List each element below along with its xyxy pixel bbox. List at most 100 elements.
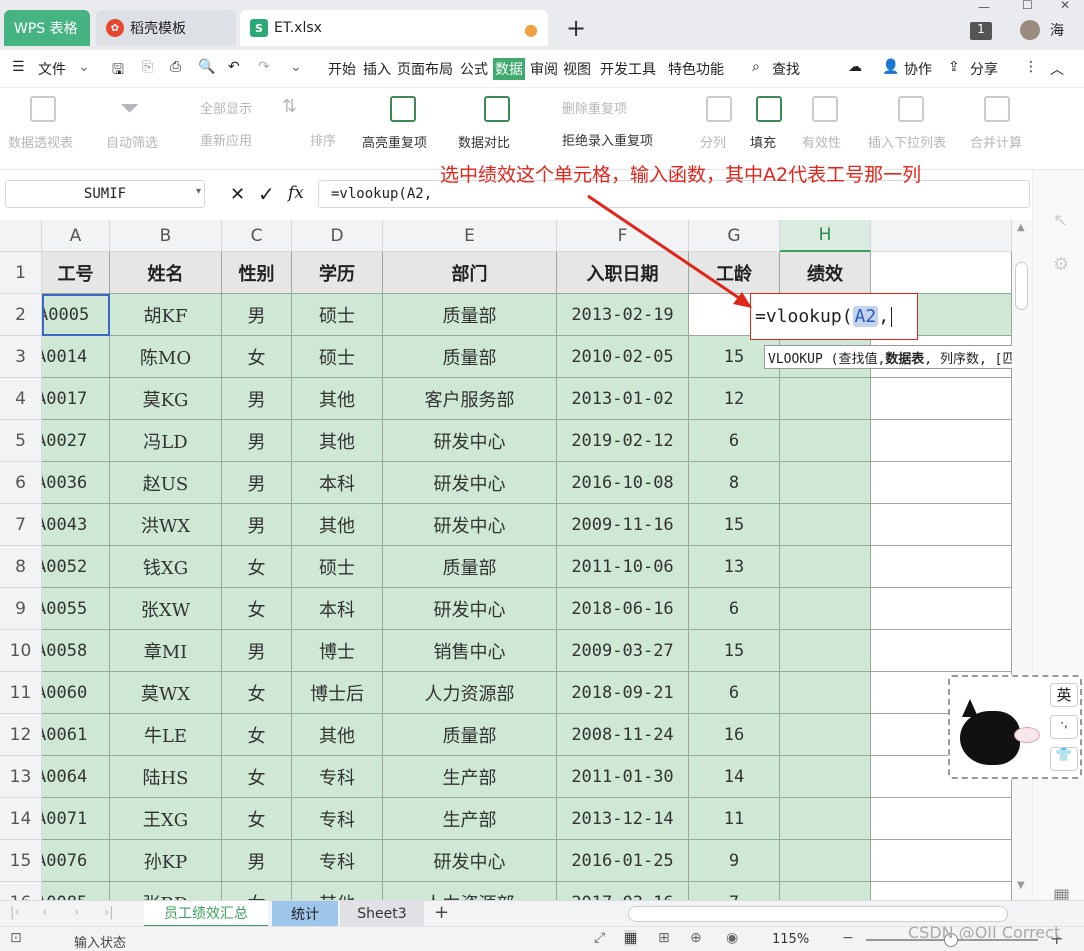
data-cell[interactable]: 其他 — [292, 420, 383, 462]
first-sheet-icon[interactable]: |‹ — [10, 905, 20, 920]
data-cell[interactable]: 15 — [689, 630, 780, 672]
data-cell[interactable]: 陆HS — [110, 756, 222, 798]
column-header-h[interactable]: H — [780, 220, 871, 252]
empty-cell[interactable] — [871, 378, 1012, 420]
data-cell[interactable]: 2019-02-12 — [557, 420, 689, 462]
data-cell[interactable]: 质量部 — [383, 294, 557, 336]
data-cell[interactable] — [780, 882, 871, 900]
data-cell[interactable]: 博士后 — [292, 672, 383, 714]
data-cell[interactable]: 女 — [222, 336, 292, 378]
page-break-view-icon[interactable]: ⊞ — [658, 930, 670, 946]
data-cell[interactable]: 14 — [689, 756, 780, 798]
ime-widget[interactable]: 英 ·, 👕 — [948, 675, 1082, 779]
row-header[interactable]: 8 — [0, 546, 42, 588]
header-cell[interactable]: 学历 — [292, 252, 383, 294]
data-cell[interactable]: 其他 — [292, 714, 383, 756]
data-cell[interactable]: A0052 — [42, 546, 110, 588]
hamburger-icon[interactable]: ☰ — [12, 59, 25, 75]
menu-features[interactable]: 特色功能 — [668, 59, 724, 79]
data-cell[interactable]: 张XW — [110, 588, 222, 630]
row-header[interactable]: 2 — [0, 294, 42, 336]
data-cell[interactable]: 陈MO — [110, 336, 222, 378]
row-header[interactable]: 11 — [0, 672, 42, 714]
last-sheet-icon[interactable]: ›| — [104, 905, 114, 920]
menu-page-layout[interactable]: 页面布局 — [397, 59, 453, 79]
data-cell[interactable] — [780, 672, 871, 714]
data-cell[interactable]: A0036 — [42, 462, 110, 504]
data-cell[interactable]: A0027 — [42, 420, 110, 462]
data-cell[interactable] — [780, 798, 871, 840]
empty-cell[interactable] — [871, 252, 1012, 294]
data-cell[interactable]: 本科 — [292, 588, 383, 630]
row-header[interactable]: 3 — [0, 336, 42, 378]
vertical-scrollbar[interactable]: ▲ ▼ — [1012, 220, 1032, 900]
data-cell[interactable]: 硕士 — [292, 294, 383, 336]
data-cell[interactable]: 研发中心 — [383, 420, 557, 462]
data-cell[interactable]: 男 — [222, 504, 292, 546]
data-cell[interactable]: 2018-06-16 — [557, 588, 689, 630]
empty-cell[interactable] — [871, 504, 1012, 546]
data-cell[interactable]: 硕士 — [292, 546, 383, 588]
reject-duplicates-button[interactable]: 拒绝录入重复项 — [562, 130, 653, 149]
data-cell[interactable]: 2011-01-30 — [557, 756, 689, 798]
cloud-icon[interactable]: ☁ — [848, 59, 862, 75]
name-box-dropdown-icon[interactable]: ▾ — [196, 186, 201, 197]
data-cell[interactable]: 2013-12-14 — [557, 798, 689, 840]
data-cell[interactable]: 研发中心 — [383, 462, 557, 504]
column-header-a[interactable]: A — [42, 220, 110, 252]
cell-h2-editor[interactable]: =vlookup(A2, — [750, 293, 918, 340]
header-cell[interactable]: 性别 — [222, 252, 292, 294]
macro-record-icon[interactable]: ⊡ — [10, 930, 22, 946]
normal-view-icon[interactable]: ▦ — [624, 930, 638, 946]
redo-icon[interactable]: ↷ — [258, 59, 270, 75]
name-box[interactable]: SUMIF — [5, 180, 205, 208]
sheet-tab-sheet3[interactable]: Sheet3 — [340, 901, 424, 927]
next-sheet-icon[interactable]: › — [74, 905, 79, 920]
fullscreen-icon[interactable]: ⤢ — [594, 930, 605, 946]
menu-insert[interactable]: 插入 — [363, 59, 391, 79]
data-cell[interactable]: 女 — [222, 546, 292, 588]
data-cell[interactable] — [780, 546, 871, 588]
data-cell[interactable]: 12 — [689, 378, 780, 420]
quick-access-chevron-icon[interactable]: ⌄ — [290, 59, 302, 75]
row-header[interactable]: 5 — [0, 420, 42, 462]
data-cell[interactable]: 女 — [222, 882, 292, 900]
data-cell[interactable]: A0017 — [42, 378, 110, 420]
cancel-formula-button[interactable]: ✕ — [230, 184, 245, 205]
data-cell[interactable]: 冯LD — [110, 420, 222, 462]
data-cell[interactable]: 2013-01-02 — [557, 378, 689, 420]
empty-cell[interactable] — [871, 420, 1012, 462]
data-cell[interactable]: 硕士 — [292, 336, 383, 378]
data-cell[interactable]: 研发中心 — [383, 840, 557, 882]
collapse-ribbon-icon[interactable]: ︿ — [1050, 59, 1064, 79]
data-cell[interactable]: A0055 — [42, 588, 110, 630]
empty-cell[interactable] — [871, 840, 1012, 882]
preview-icon[interactable]: 🔍 — [198, 59, 215, 75]
undo-icon[interactable]: ↶ — [228, 59, 240, 75]
show-all-button[interactable]: 全部显示 — [200, 98, 252, 117]
row-header[interactable]: 14 — [0, 798, 42, 840]
close-icon[interactable]: ✕ — [1060, 0, 1070, 12]
confirm-formula-button[interactable]: ✓ — [258, 182, 275, 206]
print-icon[interactable]: ⎙ — [170, 59, 181, 75]
zoom-out-icon[interactable]: − — [842, 930, 854, 946]
column-header-d[interactable]: D — [292, 220, 383, 252]
data-cell[interactable]: 2016-10-08 — [557, 462, 689, 504]
data-cell[interactable]: 博士 — [292, 630, 383, 672]
delete-duplicates-button[interactable]: 删除重复项 — [562, 98, 627, 117]
validity-button[interactable]: 有效性 — [802, 132, 841, 151]
menu-file[interactable]: 文件 — [38, 59, 66, 79]
empty-cell[interactable] — [871, 462, 1012, 504]
autofilter-button[interactable]: 自动筛选 — [106, 132, 158, 151]
data-cell[interactable]: 莫KG — [110, 378, 222, 420]
select-all-corner[interactable] — [0, 220, 42, 252]
row-header[interactable]: 6 — [0, 462, 42, 504]
sheet-tab-summary[interactable]: 员工绩效汇总 — [144, 901, 268, 927]
fill-button[interactable]: 填充 — [750, 132, 776, 151]
data-cell[interactable]: 2017-03-16 — [557, 882, 689, 900]
insert-function-button[interactable]: fx — [288, 183, 304, 203]
add-sheet-button[interactable]: + — [434, 902, 449, 923]
data-cell[interactable]: 2018-09-21 — [557, 672, 689, 714]
row-header[interactable]: 10 — [0, 630, 42, 672]
data-cell[interactable]: 2016-01-25 — [557, 840, 689, 882]
